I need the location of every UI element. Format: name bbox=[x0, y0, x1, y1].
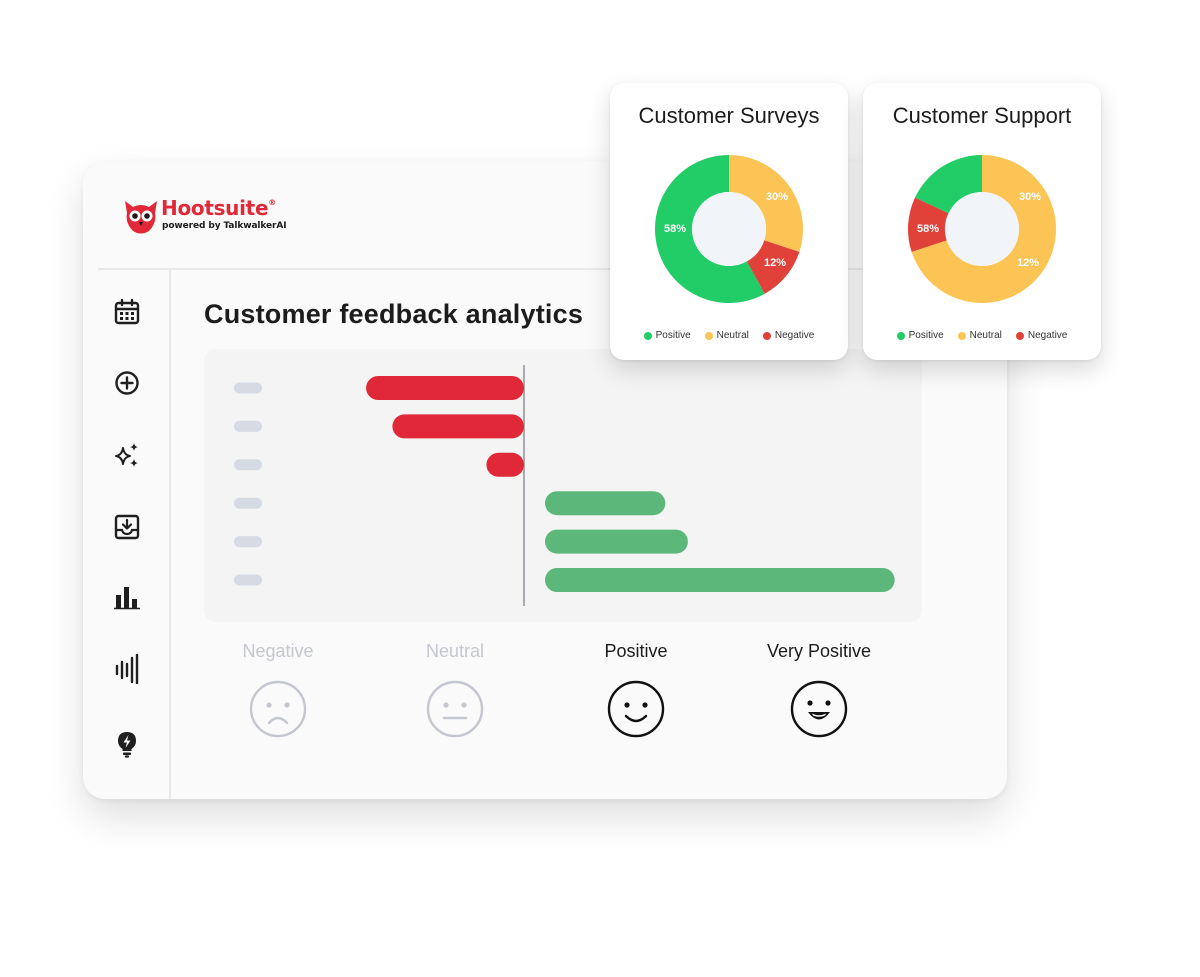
donut-hole bbox=[692, 192, 766, 266]
positive-bar bbox=[545, 491, 666, 516]
negative-bar bbox=[392, 414, 524, 439]
legend-label: Negative bbox=[1027, 330, 1068, 341]
surveys-donut-chart: 58% 30% 12% bbox=[655, 155, 803, 303]
sentiment-label-positive: Positive bbox=[604, 641, 668, 661]
grin-face-icon bbox=[790, 680, 848, 738]
sidebar-divider bbox=[169, 270, 171, 799]
plus-circle-icon[interactable] bbox=[112, 368, 142, 398]
customer-surveys-card: Customer Surveys 58% 30% 12% Positive Neut… bbox=[610, 83, 848, 360]
brand-tagline: powered by TalkwalkerAI bbox=[162, 221, 287, 231]
legend-label: Positive bbox=[908, 330, 944, 341]
legend-dot-neutral bbox=[704, 331, 713, 340]
donut-value-label: 12% bbox=[1017, 257, 1039, 269]
brand-name: Hootsuite® bbox=[161, 196, 276, 220]
donut-value-label: 30% bbox=[1019, 191, 1041, 203]
feedback-bar-chart bbox=[204, 349, 922, 622]
bar-chart-icon[interactable] bbox=[112, 582, 142, 612]
donut-value-label: 58% bbox=[664, 223, 686, 235]
surveys-card-title: Customer Surveys bbox=[638, 103, 820, 128]
donut-value-label: 58% bbox=[917, 223, 939, 235]
category-label-placeholder bbox=[234, 420, 262, 432]
donut-value-label: 12% bbox=[764, 257, 786, 269]
page-title: Customer feedback analytics bbox=[204, 299, 584, 329]
sentiment-positive[interactable]: Positive bbox=[566, 641, 706, 739]
sentiment-negative[interactable]: Negative bbox=[208, 641, 348, 739]
category-label-placeholder bbox=[234, 497, 262, 509]
legend-item-negative: Negative bbox=[1015, 330, 1068, 341]
legend-label: Positive bbox=[655, 330, 691, 341]
support-donut-chart: 58% 30% 12% bbox=[908, 155, 1056, 303]
feedback-bar-chart-svg bbox=[234, 365, 895, 606]
neutral-face-icon bbox=[426, 680, 484, 738]
customer-support-card: Customer Support 58% 30% 12% Positive Neut… bbox=[863, 83, 1101, 360]
legend-label: Neutral bbox=[716, 330, 749, 341]
lightbulb-icon[interactable] bbox=[112, 729, 142, 759]
donut-hole bbox=[945, 192, 1019, 266]
sentiment-label-negative: Negative bbox=[242, 641, 314, 661]
support-card-title: Customer Support bbox=[892, 103, 1072, 128]
legend-label: Neutral bbox=[969, 330, 1002, 341]
sentiment-label-neutral: Neutral bbox=[425, 641, 485, 661]
category-label-placeholder bbox=[234, 382, 262, 394]
surveys-legend: Positive Neutral Negative bbox=[610, 330, 848, 341]
hootsuite-owl-logo-icon[interactable] bbox=[119, 193, 163, 237]
donut-value-label: 30% bbox=[766, 191, 788, 203]
negative-bar bbox=[366, 376, 524, 400]
sad-face-icon bbox=[249, 680, 307, 738]
sentiment-label-very-positive: Very Positive bbox=[766, 641, 872, 661]
legend-item-neutral: Neutral bbox=[704, 330, 749, 341]
smile-face-icon bbox=[607, 680, 665, 738]
sparkles-icon[interactable] bbox=[112, 440, 142, 470]
listening-bars-icon[interactable] bbox=[112, 654, 142, 684]
positive-bar bbox=[545, 568, 895, 592]
sentiment-very-positive[interactable]: Very Positive bbox=[749, 641, 889, 739]
legend-dot-negative bbox=[762, 331, 771, 340]
category-label-placeholder bbox=[234, 536, 262, 548]
legend-label: Negative bbox=[774, 330, 815, 341]
legend-dot-negative bbox=[1015, 331, 1024, 340]
legend-dot-neutral bbox=[957, 331, 966, 340]
negative-bar bbox=[486, 452, 524, 477]
legend-item-negative: Negative bbox=[762, 330, 815, 341]
legend-item-positive: Positive bbox=[896, 330, 944, 341]
legend-dot-positive bbox=[896, 331, 905, 340]
positive-bar bbox=[545, 529, 688, 554]
sentiment-neutral[interactable]: Neutral bbox=[385, 641, 525, 739]
legend-dot-positive bbox=[643, 331, 652, 340]
legend-item-positive: Positive bbox=[643, 330, 691, 341]
legend-item-neutral: Neutral bbox=[957, 330, 1002, 341]
inbox-download-icon[interactable] bbox=[112, 512, 142, 542]
calendar-icon[interactable] bbox=[112, 297, 142, 327]
category-label-placeholder bbox=[234, 574, 262, 586]
support-legend: Positive Neutral Negative bbox=[863, 330, 1101, 341]
category-label-placeholder bbox=[234, 459, 262, 471]
